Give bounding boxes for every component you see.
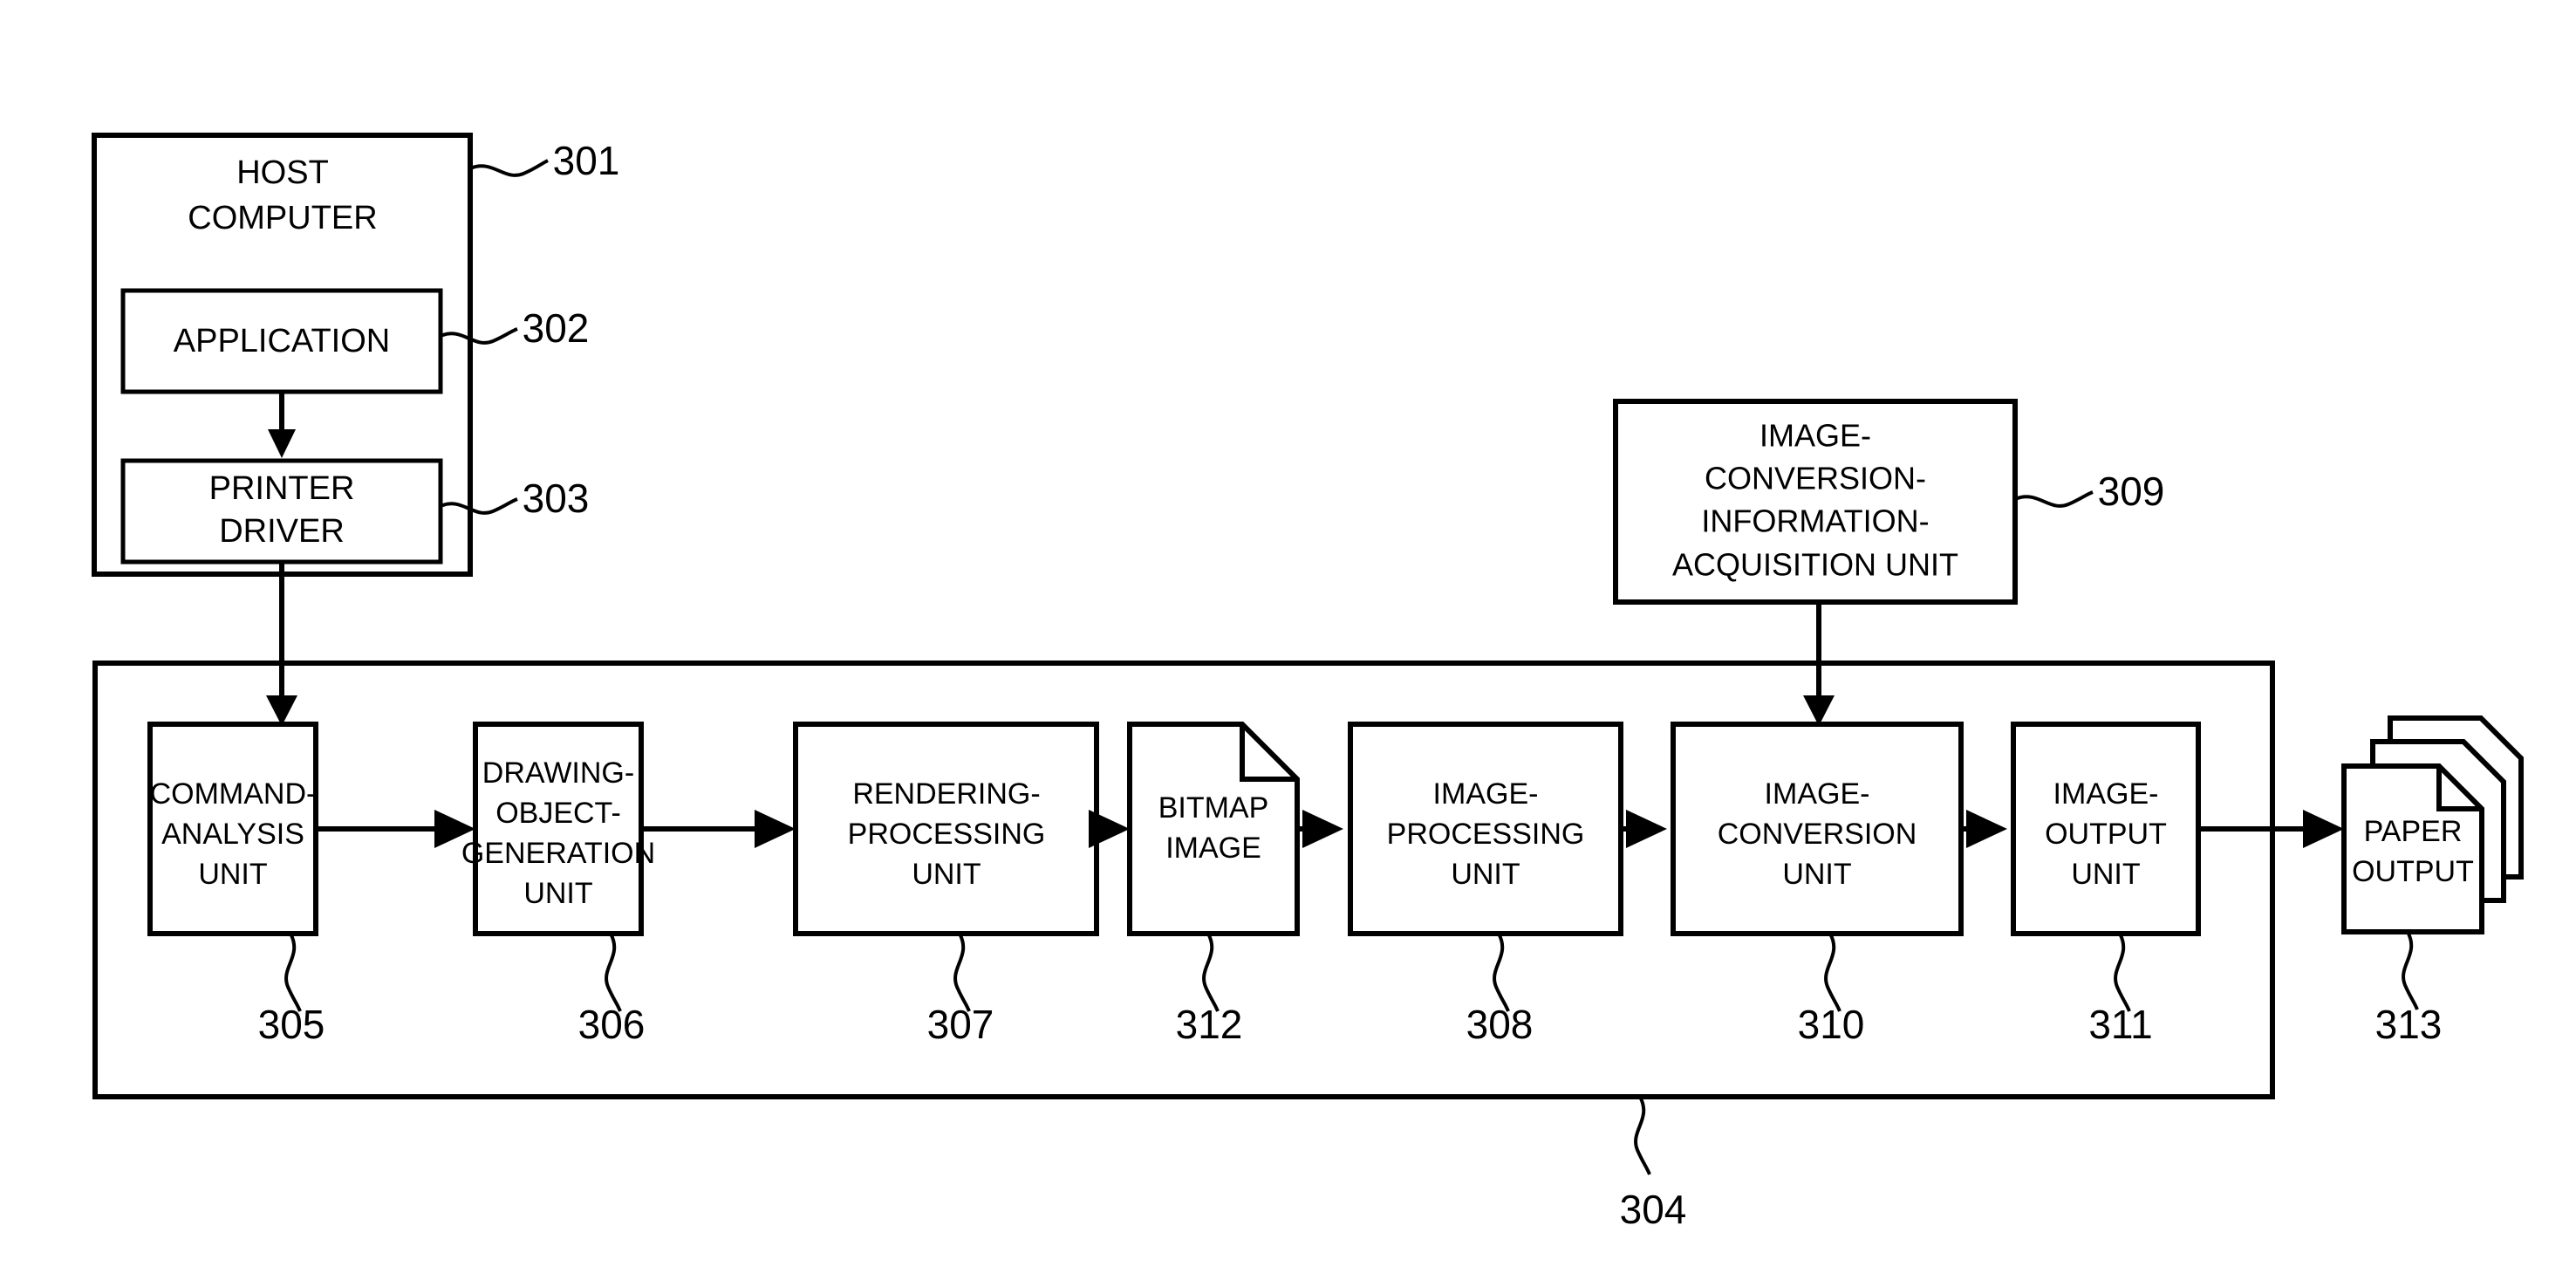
drawing-object-generation-unit-line1: DRAWING- [482,756,634,790]
arrow-command-analysis-to-drawing-object [316,810,475,848]
image-conversion-unit-line1: IMAGE- [1765,777,1870,811]
ref-number-305: 305 [258,1002,325,1047]
acquisition-unit-line4: ACQUISITION UNIT [1672,547,1958,583]
arrow-head-acquisition-to-conversion [1803,695,1835,726]
image-processing-unit-line2: PROCESSING [1387,818,1585,851]
ref-number-312: 312 [1176,1002,1243,1047]
pipeline-block-bitmap-image: BITMAP IMAGE 312 [1127,722,1300,1047]
arrow-driver-to-command-analysis [266,562,297,726]
leader-line-307 [953,933,971,1012]
arrow-bitmap-to-image-processing [1297,810,1343,848]
image-output-unit-line1: IMAGE- [2053,777,2159,811]
pipeline-block-image-conversion-unit: IMAGE- CONVERSION UNIT 310 [1671,722,1964,1047]
arrow-drawing-object-to-rendering [641,810,796,848]
leader-line-301 [469,159,549,177]
ref-number-301: 301 [553,138,620,183]
image-output-unit-line3: UNIT [2071,858,2140,891]
image-conversion-unit-line2: CONVERSION [1718,818,1917,851]
acquisition-unit-line2: CONVERSION- [1705,461,1926,496]
printer-driver-label-line2: DRIVER [219,513,345,550]
leader-line-310 [1824,933,1841,1012]
pipeline-block-rendering-processing-unit: RENDERING- PROCESSING UNIT 307 [793,722,1099,1047]
pipeline-block-image-output-unit: IMAGE- OUTPUT UNIT 311 [2011,722,2201,1047]
paper-output-line1: PAPER [2364,815,2463,848]
host-computer-title-line1: HOST [236,154,329,191]
arrow-rendering-to-bitmap [1089,810,1130,848]
rendering-processing-unit-line1: RENDERING- [852,777,1040,811]
command-analysis-unit-line1: COMMAND- [150,777,317,811]
ref-number-302: 302 [523,305,590,351]
ref-number-311: 311 [2088,1002,2152,1047]
drawing-object-generation-unit-line4: UNIT [523,877,592,910]
block-diagram: HOST COMPUTER 301 APPLICATION 302 PRINTE… [92,133,2524,1232]
ref-number-309: 309 [2098,469,2165,514]
leader-line-311 [2114,933,2131,1012]
leader-line-304 [1634,1096,1651,1175]
printer-driver-label-line1: PRINTER [209,470,355,507]
arrow-conversion-to-output [1961,810,2007,848]
image-conversion-unit-line3: UNIT [1782,858,1851,891]
host-computer-title-line2: COMPUTER [188,200,377,236]
pipeline-block-image-processing-unit: IMAGE- PROCESSING UNIT 308 [1348,722,1623,1047]
command-analysis-unit-line3: UNIT [198,858,267,891]
paper-output-sheet-front [2341,763,2484,934]
leader-line-305 [284,933,302,1012]
ref-number-313: 313 [2375,1002,2443,1047]
figure-canvas: HOST COMPUTER 301 APPLICATION 302 PRINTE… [0,0,2576,1280]
rendering-processing-unit-line2: PROCESSING [848,818,1046,851]
ref-number-304: 304 [1620,1187,1687,1232]
image-output-unit-line2: OUTPUT [2045,818,2167,851]
paper-output-stack: PAPER OUTPUT 313 [2341,715,2524,1047]
leader-line-309 [2014,490,2094,508]
arrow-image-processing-to-conversion [1621,810,1667,848]
bitmap-image-document-shape [1127,722,1300,936]
leader-line-306 [605,933,622,1012]
drawing-object-generation-unit-line2: OBJECT- [495,797,621,830]
image-processing-unit-line3: UNIT [1451,858,1520,891]
rendering-processing-unit-line3: UNIT [912,858,981,891]
drawing-object-generation-unit-line3: GENERATION [461,837,655,870]
arrow-head-driver-to-command-analysis [266,695,297,726]
acquisition-unit-line3: INFORMATION- [1701,503,1929,539]
application-label: APPLICATION [174,323,390,359]
command-analysis-unit-line2: ANALYSIS [161,818,304,851]
ref-number-307: 307 [927,1002,994,1047]
ref-number-303: 303 [523,476,590,521]
bitmap-image-line2: IMAGE [1165,832,1261,865]
ref-number-308: 308 [1466,1002,1534,1047]
leader-line-313 [2402,931,2419,1010]
acquisition-unit-line1: IMAGE- [1759,418,1871,454]
image-processing-unit-line1: IMAGE- [1433,777,1539,811]
host-computer-block: HOST COMPUTER 301 APPLICATION 302 PRINTE… [92,133,620,577]
paper-output-line2: OUTPUT [2352,855,2474,888]
bitmap-image-line1: BITMAP [1158,791,1269,825]
leader-line-308 [1493,933,1510,1012]
ref-number-310: 310 [1798,1002,1865,1047]
pipeline-block-command-analysis-unit: COMMAND- ANALYSIS UNIT 305 [147,722,325,1047]
ref-number-306: 306 [578,1002,646,1047]
pipeline-block-drawing-object-generation-unit: DRAWING- OBJECT- GENERATION UNIT 306 [461,722,655,1047]
acquisition-unit-block: IMAGE- CONVERSION- INFORMATION- ACQUISIT… [1613,399,2165,605]
leader-line-312 [1202,933,1220,1012]
